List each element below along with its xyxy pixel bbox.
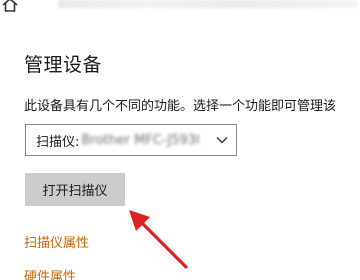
red-arrow-annotation xyxy=(129,210,188,269)
open-scanner-button[interactable]: 打开扫描仪 xyxy=(25,173,125,206)
home-icon[interactable] xyxy=(2,0,18,12)
description-text: 此设备具有几个不同的功能。选择一个功能即可管理该 xyxy=(24,99,337,114)
select-value-blurred: Brother MFC-J5930 xyxy=(81,132,200,148)
device-management-page: 管理设备 此设备具有几个不同的功能。选择一个功能即可管理该 扫描仪: Broth… xyxy=(0,0,360,280)
top-bar xyxy=(0,0,360,14)
chevron-down-icon xyxy=(216,137,228,144)
scanner-properties-link[interactable]: 扫描仪属性 xyxy=(24,232,89,251)
page-title: 管理设备 xyxy=(24,54,103,76)
hardware-properties-link[interactable]: 硬件属性 xyxy=(24,266,76,280)
device-function-select[interactable]: 扫描仪: Brother MFC-J5930 xyxy=(25,124,237,156)
select-prefix-label: 扫描仪: xyxy=(36,134,80,150)
blurred-window-title xyxy=(58,0,358,8)
